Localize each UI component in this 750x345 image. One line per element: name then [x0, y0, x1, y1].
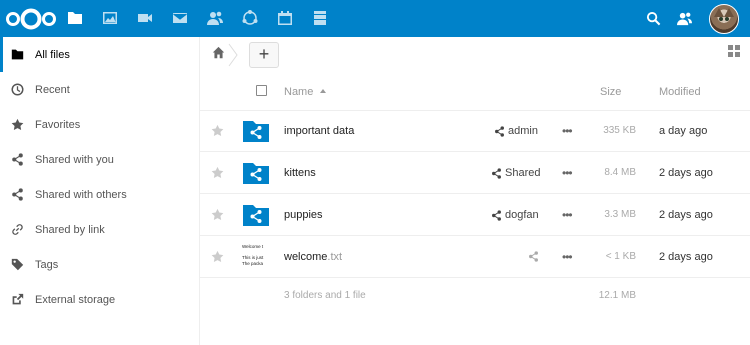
shared-folder-icon	[243, 163, 269, 184]
sidebar-item-shared-by-link[interactable]: Shared by link	[0, 212, 199, 247]
share-owner: dogfan	[505, 209, 539, 221]
column-header-size[interactable]: Size	[600, 86, 621, 98]
nextcloud-logo[interactable]	[5, 6, 57, 32]
sidebar-item-label: Tags	[35, 258, 59, 271]
sidebar-item-label: Favorites	[35, 118, 81, 131]
contacts-icon[interactable]	[205, 8, 225, 28]
grid-view-icon[interactable]	[728, 45, 740, 57]
shared-folder-icon	[243, 121, 269, 142]
favorite-star-icon[interactable]	[211, 250, 224, 263]
external-icon	[11, 293, 24, 306]
contacts-menu-icon[interactable]	[674, 8, 694, 28]
sidebar-item-tags[interactable]: Tags	[0, 247, 199, 282]
share-icon	[495, 125, 504, 137]
file-name[interactable]: welcome.txt	[284, 251, 342, 263]
sidebar-item-shared-with-others[interactable]: Shared with others	[0, 177, 199, 212]
file-name[interactable]: puppies	[284, 209, 323, 221]
file-modified: a day ago	[659, 125, 708, 137]
share-status[interactable]: dogfan	[491, 209, 539, 221]
file-size: 3.3 MB	[604, 209, 636, 220]
file-modified: 2 days ago	[659, 251, 713, 263]
file-size: 8.4 MB	[604, 167, 636, 178]
sidebar-item-label: Shared with you	[35, 153, 114, 166]
sidebar-item-all-files[interactable]: All files	[0, 37, 199, 72]
table-row[interactable]: kittens Shared ••• 8.4 MB 2 days ago	[200, 153, 750, 194]
more-actions-icon[interactable]: •••	[562, 208, 573, 222]
share-icon	[11, 153, 24, 166]
favorite-star-icon[interactable]	[211, 124, 224, 137]
tag-icon	[11, 258, 24, 271]
favorite-star-icon[interactable]	[211, 166, 224, 179]
file-name[interactable]: important data	[284, 125, 354, 137]
sidebar-item-recent[interactable]: Recent	[0, 72, 199, 107]
sidebar-item-favorites[interactable]: Favorites	[0, 107, 199, 142]
favorite-star-icon[interactable]	[211, 208, 224, 221]
sidebar-item-shared-with-you[interactable]: Shared with you	[0, 142, 199, 177]
select-all-checkbox[interactable]	[256, 85, 267, 96]
share-owner: Shared	[505, 167, 541, 179]
file-size: < 1 KB	[605, 251, 636, 262]
video-icon[interactable]	[135, 8, 155, 28]
more-actions-icon[interactable]: •••	[562, 166, 573, 180]
sidebar-item-label: Shared with others	[35, 188, 127, 201]
share-icon	[529, 251, 538, 262]
circles-icon[interactable]	[240, 8, 260, 28]
file-extension: .txt	[327, 251, 343, 263]
app-navigation: All files Recent Favorites Shared with y…	[0, 37, 200, 345]
sidebar-item-external-storage[interactable]: External storage	[0, 282, 199, 317]
files-icon[interactable]	[65, 8, 85, 28]
file-modified: 2 days ago	[659, 167, 713, 179]
file-size: 335 KB	[603, 125, 636, 136]
share-icon	[11, 188, 24, 201]
share-owner: admin	[508, 125, 538, 137]
sidebar-item-label: External storage	[35, 293, 116, 306]
sort-ascending-icon	[320, 89, 326, 93]
share-status[interactable]: admin	[494, 125, 538, 137]
calendar-icon[interactable]	[275, 8, 295, 28]
top-header-bar	[0, 0, 750, 37]
table-row[interactable]: Welcome t This is just The packa welcome…	[200, 237, 750, 278]
file-list-header: Name Size Modified	[200, 73, 750, 111]
column-header-modified[interactable]: Modified	[659, 86, 701, 98]
more-actions-icon[interactable]: •••	[562, 124, 573, 138]
share-icon	[492, 209, 501, 221]
deck-icon[interactable]	[310, 8, 330, 28]
table-row[interactable]: puppies dogfan ••• 3.3 MB 2 days ago	[200, 195, 750, 236]
shared-folder-icon	[243, 205, 269, 226]
share-icon	[492, 167, 501, 179]
share-status[interactable]	[528, 251, 542, 262]
more-actions-icon[interactable]: •••	[562, 250, 573, 264]
column-header-name[interactable]: Name	[284, 86, 313, 98]
file-list-summary: 3 folders and 1 file 12.1 MB	[200, 281, 750, 311]
user-avatar[interactable]	[709, 4, 739, 34]
summary-size: 12.1 MB	[598, 290, 636, 301]
file-name[interactable]: kittens	[284, 167, 316, 179]
text-file-thumbnail: Welcome t This is just The packa	[242, 244, 264, 266]
mail-icon[interactable]	[170, 8, 190, 28]
star-icon	[11, 118, 24, 131]
share-status[interactable]: Shared	[491, 167, 540, 179]
files-controls-bar: +	[200, 37, 750, 73]
sidebar-item-label: Shared by link	[35, 223, 105, 236]
folder-icon	[11, 48, 24, 61]
clock-icon	[11, 83, 24, 96]
sidebar-item-label: Recent	[35, 83, 70, 96]
search-icon[interactable]	[643, 8, 663, 28]
file-modified: 2 days ago	[659, 209, 713, 221]
breadcrumb-separator	[228, 43, 238, 67]
sidebar-item-label: All files	[35, 48, 70, 61]
link-icon	[11, 223, 24, 236]
table-row[interactable]: important data admin ••• 335 KB a day ag…	[200, 111, 750, 152]
summary-count: 3 folders and 1 file	[284, 290, 366, 301]
gallery-icon[interactable]	[100, 8, 120, 28]
new-file-button[interactable]: +	[249, 42, 279, 68]
home-icon[interactable]	[212, 46, 226, 60]
